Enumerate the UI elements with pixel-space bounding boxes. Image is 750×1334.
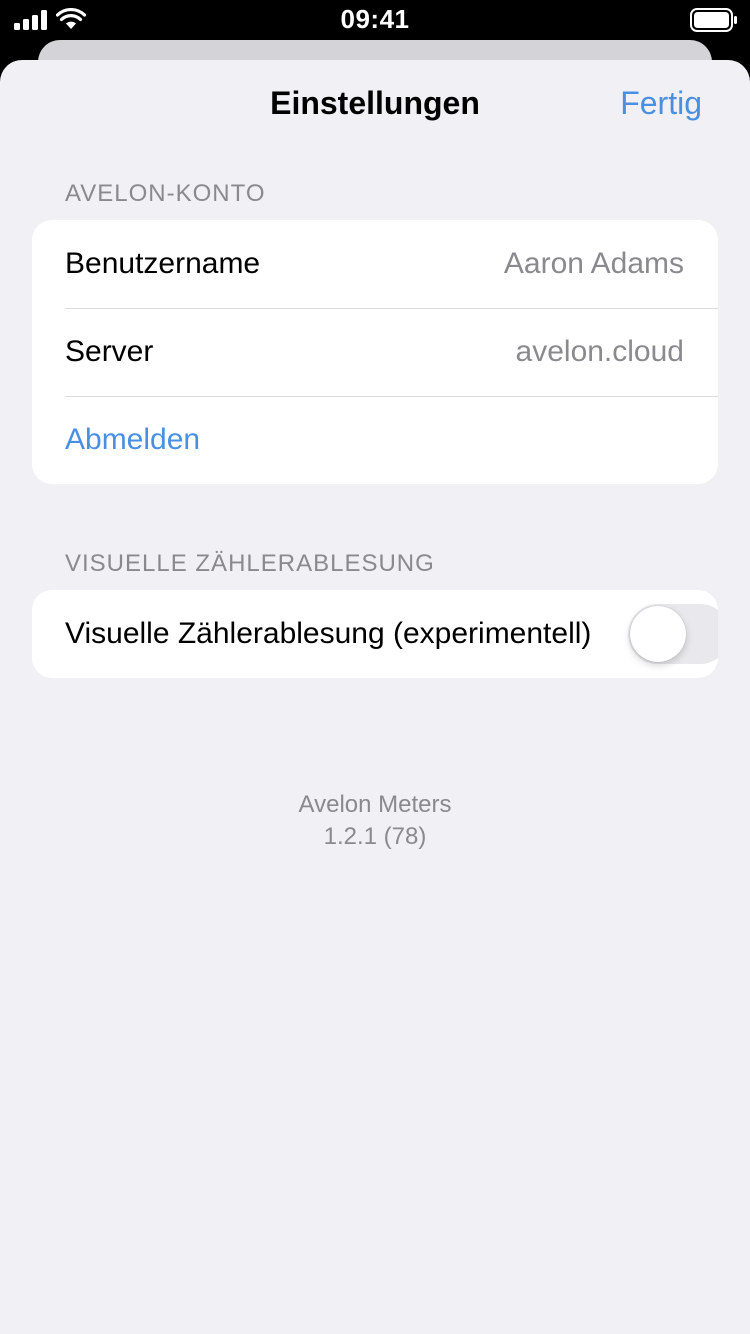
server-value: avelon.cloud — [515, 335, 684, 368]
account-card: Benutzername Aaron Adams Server avelon.c… — [32, 220, 718, 484]
account-section-header: AVELON-KONTO — [65, 180, 266, 207]
visual-reading-row: Visuelle Zählerablesung (experimentell) — [32, 590, 718, 678]
done-button[interactable]: Fertig — [620, 85, 702, 122]
server-row: Server avelon.cloud — [32, 308, 718, 396]
toggle-knob — [630, 606, 686, 662]
logout-button[interactable]: Abmelden — [65, 396, 200, 484]
username-value: Aaron Adams — [503, 247, 684, 280]
status-time: 09:41 — [340, 4, 410, 34]
settings-sheet: Einstellungen Fertig AVELON-KONTO Benutz… — [0, 60, 750, 1334]
battery-icon — [690, 8, 737, 32]
username-label: Benutzername — [65, 247, 261, 280]
app-name: Avelon Meters — [298, 791, 452, 818]
visual-reading-toggle[interactable] — [628, 604, 718, 664]
app-version: 1.2.1 (78) — [323, 823, 427, 850]
visual-card: Visuelle Zählerablesung (experimentell) — [32, 590, 718, 678]
server-label: Server — [65, 335, 154, 368]
logout-row[interactable]: Abmelden — [32, 396, 718, 484]
status-bar: 09:41 — [0, 0, 750, 40]
visual-section-header: VISUELLE ZÄHLERABLESUNG — [65, 550, 435, 577]
visual-reading-label: Visuelle Zählerablesung (experimentell) — [65, 617, 592, 650]
username-row: Benutzername Aaron Adams — [32, 220, 718, 308]
